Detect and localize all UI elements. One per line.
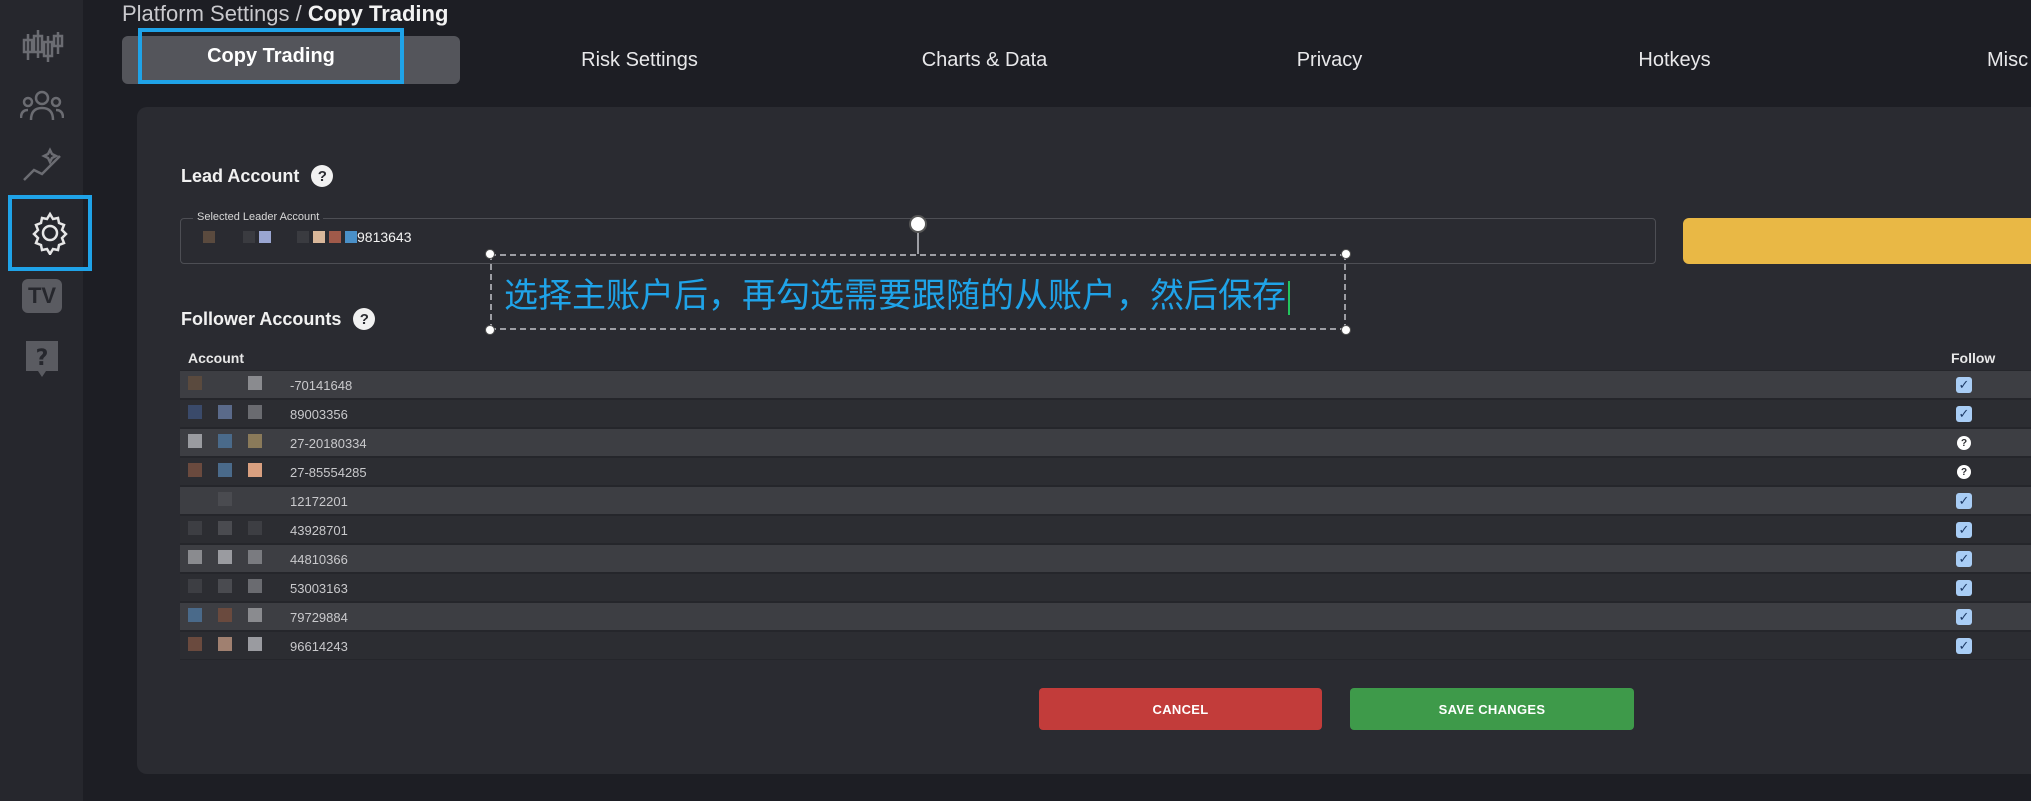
follower-table: -70141648 ✓ 89003356 ✓ 27-20180334? 27-855542… [180,370,2031,660]
breadcrumb: Platform Settings / Copy Trading [122,0,448,28]
sidebar-item-tv[interactable]: TV [18,272,66,320]
lead-help-icon[interactable]: ? [311,165,334,187]
table-row: 89003356 ✓ [180,399,2031,428]
breadcrumb-parent[interactable]: Platform Settings / [122,1,308,26]
sidebar-item-users[interactable] [18,82,66,130]
annotation-textbox[interactable]: 选择主账户后，再勾选需要跟随的从账户，然后保存 [490,254,1346,330]
follow-checkbox[interactable]: ✓ [1956,377,1972,393]
column-follow: Follow [1951,350,1996,366]
annotation-handle-tr[interactable] [1341,249,1351,259]
table-row: 12172201 ✓ [180,486,2031,515]
account-number: 53003163 [290,581,348,596]
table-row: 27-20180334? [180,428,2031,457]
redacted-account-prefix [188,579,278,593]
annotation-rotate-handle[interactable] [909,215,927,233]
tab-risk-settings[interactable]: Risk Settings [522,36,757,84]
follow-checkbox[interactable]: ✓ [1956,609,1972,625]
tab-copy-trading[interactable]: Copy Trading [122,28,460,84]
settings-tabs: Copy Trading Risk Settings Charts & Data… [122,28,2031,84]
account-number: 96614243 [290,639,348,654]
table-row: 27-85554285? [180,457,2031,486]
annotation-handle-tl[interactable] [485,249,495,259]
account-number: -70141648 [290,378,353,393]
follow-unavailable-icon[interactable]: ? [1957,436,1971,450]
tab-misc[interactable]: Misc [1987,36,2031,84]
lead-action-button[interactable] [1683,218,2031,264]
follow-checkbox[interactable]: ✓ [1956,522,1972,538]
annotation-text[interactable]: 选择主账户后，再勾选需要跟随的从账户，然后保存 [504,268,1290,317]
redacted-account-prefix [188,376,278,390]
breadcrumb-current: Copy Trading [307,1,449,26]
redacted-account-prefix [188,550,278,564]
account-number: 44810366 [290,552,348,567]
redacted-account-prefix [188,608,278,622]
svg-text:?: ? [36,346,49,371]
redacted-account-prefix [188,637,278,651]
users-icon [20,90,64,121]
leader-account-number: 9813643 [357,229,412,245]
table-row: 96614243 ✓ [180,631,2031,660]
sidebar-item-stats[interactable] [18,142,66,190]
gear-icon [32,211,68,255]
follower-accounts-title: Follower Accounts [181,308,342,329]
lead-account-title: Lead Account [181,165,300,186]
follower-accounts-heading: Follower Accounts ? [181,308,376,330]
help-icon: ? [26,341,58,377]
sidebar-item-chart[interactable] [18,22,66,70]
tab-label-copy-trading: Copy Trading [138,28,404,84]
follow-unavailable-icon[interactable]: ? [1957,465,1971,479]
stats-sparkle-icon [23,147,61,181]
table-row: 43928701 ✓ [180,515,2031,544]
annotation-rotate-line [917,232,919,254]
follow-checkbox[interactable]: ✓ [1956,551,1972,567]
text-caret [1288,280,1290,315]
lead-account-heading: Lead Account ? [181,165,334,187]
cancel-button[interactable]: CANCEL [1039,688,1322,730]
follower-help-icon[interactable]: ? [353,308,376,330]
redacted-account-prefix [188,434,278,448]
account-number: 79729884 [290,610,348,625]
annotation-handle-br[interactable] [1341,325,1351,335]
account-number: 27-20180334 [290,436,367,451]
tv-icon: TV [22,279,62,313]
tab-charts-data[interactable]: Charts & Data [867,36,1102,84]
table-row: 79729884 ✓ [180,602,2031,631]
account-number: 27-85554285 [290,465,367,480]
redacted-account-prefix [188,521,278,535]
account-number: 89003356 [290,407,348,422]
account-number: 43928701 [290,523,348,538]
sidebar-item-help[interactable]: ? [18,335,66,383]
account-number: 12172201 [290,494,348,509]
sidebar: TV ? [0,0,92,801]
leader-account-value: 9813643 [203,229,412,245]
table-row: 53003163 ✓ [180,573,2031,602]
redacted-account-prefix [188,463,278,477]
tab-privacy[interactable]: Privacy [1212,36,1447,84]
follower-table-header: Account Follow [180,346,2031,370]
follow-checkbox[interactable]: ✓ [1956,580,1972,596]
redacted-account-prefix [188,492,278,506]
sidebar-item-settings[interactable] [8,195,92,271]
table-row: -70141648 ✓ [180,370,2031,399]
annotation-handle-bl[interactable] [485,325,495,335]
candlestick-chart-icon [22,30,64,62]
save-changes-button[interactable]: SAVE CHANGES [1350,688,1634,730]
table-row: 44810366 ✓ [180,544,2031,573]
column-account: Account [188,350,244,366]
follow-checkbox[interactable]: ✓ [1956,493,1972,509]
redacted-account-prefix [188,405,278,419]
leader-account-label: Selected Leader Account [193,211,324,223]
follow-checkbox[interactable]: ✓ [1956,638,1972,654]
follow-checkbox[interactable]: ✓ [1956,406,1972,422]
tab-hotkeys[interactable]: Hotkeys [1557,36,1792,84]
